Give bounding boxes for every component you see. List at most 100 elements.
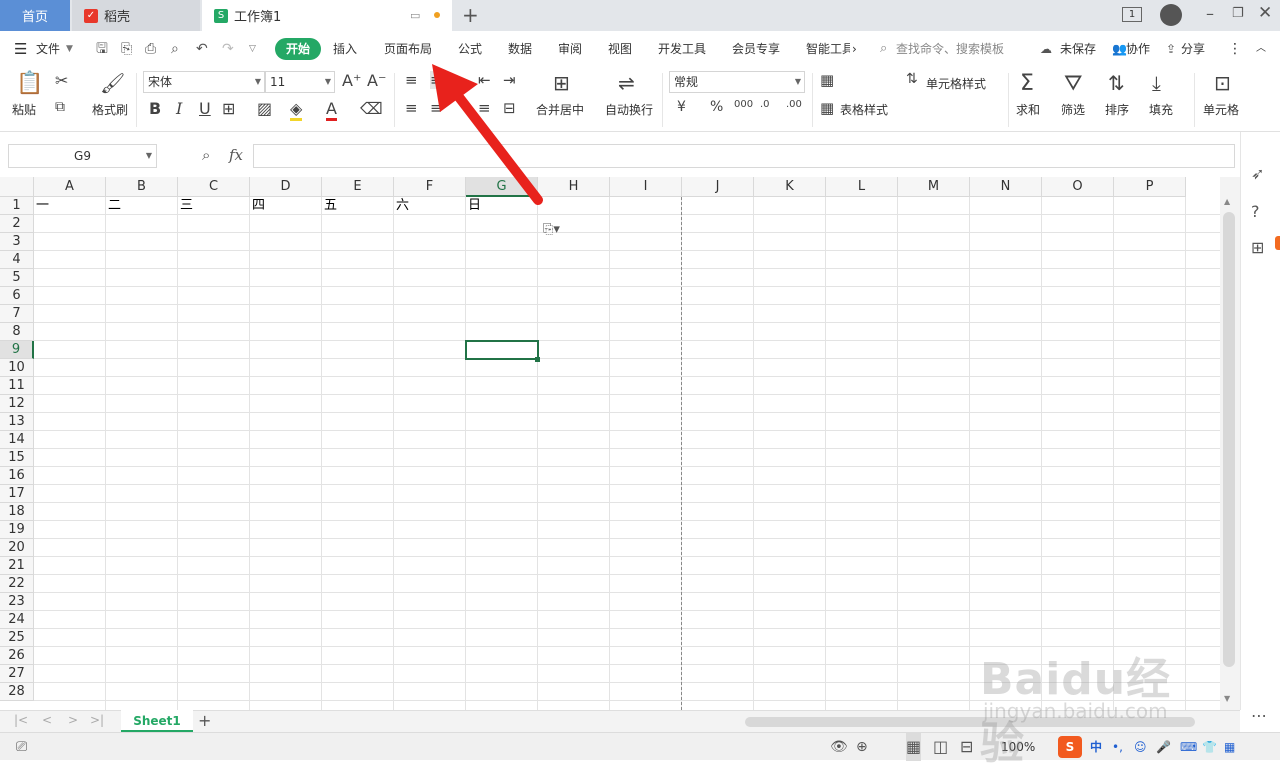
- sort-icon[interactable]: ⇅: [1108, 71, 1125, 95]
- image-tools-icon[interactable]: ⊞: [1251, 238, 1264, 257]
- cell-style-button[interactable]: 单元格样式: [926, 75, 986, 92]
- conditional-format-icon[interactable]: ▦: [820, 71, 834, 89]
- column-header[interactable]: P: [1114, 177, 1186, 197]
- vertical-scroll-thumb[interactable]: [1223, 212, 1235, 667]
- chevron-down-icon[interactable]: ▼: [66, 31, 73, 67]
- column-header[interactable]: J: [682, 177, 754, 197]
- select-all-corner[interactable]: [0, 177, 34, 197]
- hamburger-icon[interactable]: ☰: [14, 31, 27, 67]
- decrease-decimal-icon[interactable]: .00: [786, 99, 802, 110]
- row-header[interactable]: 23: [0, 593, 34, 611]
- fill-button[interactable]: 填充: [1149, 101, 1173, 118]
- quick-access-more-icon[interactable]: ▽: [249, 31, 256, 67]
- row-header[interactable]: 9: [0, 341, 34, 359]
- share-button[interactable]: 分享: [1181, 31, 1205, 67]
- fill-handle[interactable]: [535, 357, 540, 362]
- help-icon[interactable]: ?: [1251, 202, 1260, 221]
- microphone-icon[interactable]: 🎤: [1156, 733, 1171, 761]
- prev-sheet-icon[interactable]: <: [42, 713, 52, 727]
- collab-button[interactable]: 协作: [1126, 31, 1150, 67]
- copy-icon[interactable]: ⧉: [55, 99, 65, 115]
- print-icon[interactable]: ⎙: [145, 31, 156, 67]
- emoji-icon[interactable]: ☺: [1134, 733, 1147, 761]
- menu-start[interactable]: 开始: [275, 38, 322, 60]
- minimize-icon[interactable]: –: [1206, 4, 1214, 23]
- row-header[interactable]: 20: [0, 539, 34, 557]
- menu-developer[interactable]: 开发工具: [658, 31, 706, 67]
- monitor-icon[interactable]: ▭: [410, 9, 420, 22]
- font-size-select[interactable]: 11 ▼: [265, 71, 335, 93]
- page-break-view-icon[interactable]: ⊟: [960, 733, 973, 761]
- macro-record-icon[interactable]: ⎚: [16, 733, 27, 761]
- redo-icon[interactable]: ↷: [222, 31, 234, 67]
- print-preview-icon[interactable]: ⌕: [171, 31, 179, 67]
- cell[interactable]: 一: [34, 197, 106, 215]
- paste-options-icon[interactable]: ⎘▾: [543, 222, 560, 237]
- sum-icon[interactable]: Σ: [1020, 71, 1034, 96]
- cursor-icon[interactable]: ➶: [1251, 164, 1264, 183]
- underline-icon[interactable]: U: [199, 99, 211, 118]
- undo-icon[interactable]: ↶: [196, 31, 208, 67]
- increase-font-icon[interactable]: A⁺: [342, 71, 361, 90]
- column-header[interactable]: E: [322, 177, 394, 197]
- cell[interactable]: 五: [322, 197, 394, 215]
- zoom-formula-icon[interactable]: ⌕: [202, 146, 210, 164]
- row-header[interactable]: 11: [0, 377, 34, 395]
- first-sheet-icon[interactable]: |<: [14, 713, 28, 727]
- border-icon[interactable]: ⊞: [222, 99, 235, 118]
- table-style-button[interactable]: 表格样式: [840, 101, 888, 118]
- normal-view-icon[interactable]: ▦: [906, 733, 922, 761]
- currency-icon[interactable]: ¥: [677, 99, 686, 115]
- collapse-ribbon-icon[interactable]: ︿: [1256, 31, 1266, 67]
- unsaved-status[interactable]: 未保存: [1060, 31, 1096, 67]
- column-header[interactable]: N: [970, 177, 1042, 197]
- column-header[interactable]: L: [826, 177, 898, 197]
- row-header[interactable]: 28: [0, 683, 34, 701]
- column-header[interactable]: O: [1042, 177, 1114, 197]
- last-sheet-icon[interactable]: >|: [90, 713, 104, 727]
- row-header[interactable]: 4: [0, 251, 34, 269]
- spreadsheet-grid[interactable]: ABCDEFGHIJKLMNOP 1 2 3 4 5 6 7 8 9 10 11 12 13 14 15 16…: [0, 177, 1220, 710]
- fx-icon[interactable]: fx: [229, 146, 243, 164]
- row-header[interactable]: 16: [0, 467, 34, 485]
- horizontal-scroll-thumb[interactable]: [745, 717, 1195, 727]
- align-top-icon[interactable]: ≡: [405, 71, 418, 89]
- ime-mode[interactable]: 中: [1090, 733, 1102, 761]
- menu-review[interactable]: 审阅: [558, 31, 582, 67]
- vertical-scrollbar[interactable]: ▲ ▼: [1220, 177, 1240, 710]
- menu-view[interactable]: 视图: [608, 31, 632, 67]
- filter-icon[interactable]: ⛛: [1064, 71, 1082, 96]
- tab-daoke[interactable]: ✓ 稻壳: [72, 0, 200, 31]
- formula-input[interactable]: [253, 144, 1235, 168]
- font-name-select[interactable]: 宋体 ▼: [143, 71, 265, 93]
- column-header[interactable]: C: [178, 177, 250, 197]
- row-header[interactable]: 10: [0, 359, 34, 377]
- cell[interactable]: 四: [250, 197, 322, 215]
- menu-file[interactable]: 文件: [36, 31, 60, 67]
- skin-icon[interactable]: 👕: [1202, 733, 1217, 761]
- row-header[interactable]: 25: [0, 629, 34, 647]
- cell[interactable]: 三: [178, 197, 250, 215]
- new-tab-button[interactable]: +: [462, 3, 479, 27]
- sheet-tab-sheet1[interactable]: Sheet1: [121, 710, 193, 732]
- close-icon[interactable]: ✕: [1258, 3, 1272, 23]
- row-header[interactable]: 21: [0, 557, 34, 575]
- column-header[interactable]: A: [34, 177, 106, 197]
- sort-button[interactable]: 排序: [1105, 101, 1129, 118]
- tab-home[interactable]: 首页: [0, 0, 70, 31]
- align-left-icon[interactable]: ≡: [405, 99, 418, 117]
- column-header[interactable]: I: [610, 177, 682, 197]
- font-color-icon[interactable]: A: [326, 99, 337, 121]
- row-header[interactable]: 1: [0, 197, 34, 215]
- cell-icon[interactable]: ⊡: [1214, 71, 1231, 95]
- row-header[interactable]: 18: [0, 503, 34, 521]
- row-header[interactable]: 3: [0, 233, 34, 251]
- row-header[interactable]: 22: [0, 575, 34, 593]
- scroll-down-icon[interactable]: ▼: [1224, 694, 1230, 703]
- bold-icon[interactable]: B: [149, 99, 161, 118]
- scroll-up-icon[interactable]: ▲: [1224, 197, 1230, 206]
- increase-decimal-icon[interactable]: .0: [760, 99, 770, 110]
- fill-icon[interactable]: ⤓: [1152, 71, 1161, 95]
- merge-center-icon[interactable]: ⊞: [553, 71, 570, 95]
- column-header[interactable]: M: [898, 177, 970, 197]
